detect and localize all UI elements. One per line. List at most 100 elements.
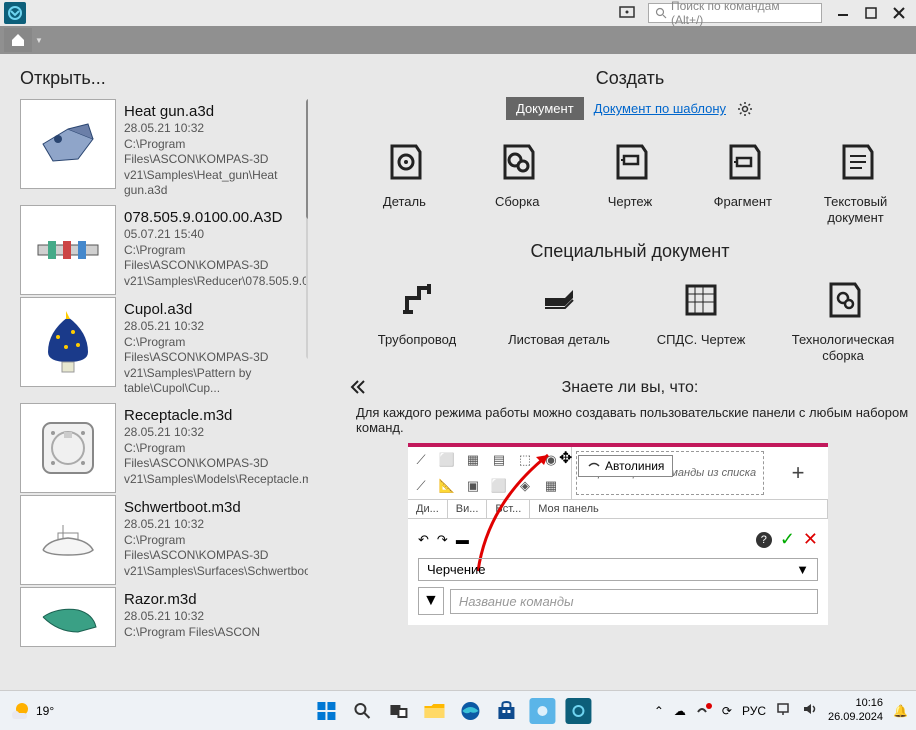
minimize-button[interactable] [830, 2, 856, 24]
explorer-icon[interactable] [421, 698, 447, 724]
store-icon[interactable] [493, 698, 519, 724]
doc-type-tech-assembly[interactable]: Технологическая сборка [787, 276, 899, 363]
undo-icon: ↶ [418, 532, 429, 548]
fragment-icon [719, 138, 767, 186]
file-name: 078.505.9.0100.00.A3D [124, 209, 300, 226]
doc-type-fragment[interactable]: Фрагмент [687, 138, 799, 225]
network-icon[interactable] [776, 702, 792, 719]
command-search-input[interactable]: Поиск по командам (Alt+/) [648, 3, 822, 23]
file-name: Cupol.a3d [124, 301, 300, 318]
doc-type-row: Деталь Сборка Чертеж Фрагмент Текстовый … [348, 138, 912, 225]
doc-label: Деталь [383, 194, 426, 210]
date: 26.09.2024 [828, 711, 883, 724]
input-placeholder: Название команды [459, 594, 574, 609]
x-icon: ✕ [803, 529, 818, 550]
file-thumbnail [20, 99, 116, 189]
file-date: 28.05.21 10:32 [124, 517, 300, 533]
doc-label: Сборка [495, 194, 540, 210]
chevron-down-icon: ▼ [796, 562, 809, 577]
recent-file-item[interactable]: Schwertboot.m3d 28.05.21 10:32 C:\Progra… [20, 495, 308, 585]
title-bar: Поиск по командам (Alt+/) [0, 0, 916, 26]
doc-type-part[interactable]: Деталь [348, 138, 460, 225]
file-thumbnail [20, 495, 116, 585]
create-tabs: Документ Документ по шаблону [348, 97, 912, 120]
filter-icon: ▼ [418, 587, 444, 615]
file-path: C:\Program Files\ASCON [124, 625, 300, 641]
part-icon [380, 138, 428, 186]
doc-label: Текстовый документ [800, 194, 912, 225]
save-icon: ▬ [456, 532, 469, 547]
doc-type-spds[interactable]: СПДС. Чертеж [645, 276, 757, 363]
maximize-button[interactable] [858, 2, 884, 24]
tray-icon[interactable]: ☁ [674, 704, 686, 718]
assembly-icon [493, 138, 541, 186]
recent-file-item[interactable]: 078.505.9.0100.00.A3D 05.07.21 15:40 C:\… [20, 205, 308, 295]
drawing-icon [606, 138, 654, 186]
tab-document[interactable]: Документ [506, 97, 584, 120]
tab-template[interactable]: Документ по шаблону [594, 101, 726, 116]
doc-type-drawing[interactable]: Чертеж [574, 138, 686, 225]
text-doc-icon [832, 138, 880, 186]
close-button[interactable] [886, 2, 912, 24]
recent-files-list: Heat gun.a3d 28.05.21 10:32 C:\Program F… [20, 99, 308, 647]
tray-icon[interactable] [696, 702, 712, 719]
demo-tool-icon: ⟋ [408, 473, 434, 499]
app-icon [4, 2, 26, 24]
doc-type-assembly[interactable]: Сборка [461, 138, 573, 225]
volume-icon[interactable] [802, 702, 818, 719]
file-date: 28.05.21 10:32 [124, 609, 300, 625]
doc-label: Листовая деталь [508, 332, 610, 348]
time: 10:16 [828, 697, 883, 710]
redo-icon: ↷ [437, 532, 448, 548]
file-thumbnail [20, 403, 116, 493]
file-date: 28.05.21 10:32 [124, 121, 300, 137]
start-button[interactable] [313, 698, 339, 724]
doc-type-sheet[interactable]: Листовая деталь [503, 276, 615, 363]
doc-type-pipe[interactable]: Трубопровод [361, 276, 473, 363]
doc-label: Чертеж [608, 194, 652, 210]
settings-button[interactable] [736, 100, 754, 118]
search-taskbar-icon[interactable] [349, 698, 375, 724]
file-name: Schwertboot.m3d [124, 499, 300, 516]
tip-text: Для каждого режима работы можно создават… [348, 405, 912, 435]
recent-file-item[interactable]: Heat gun.a3d 28.05.21 10:32 C:\Program F… [20, 99, 308, 203]
presentation-mode-icon[interactable] [614, 2, 640, 24]
file-path: C:\Program Files\ASCON\KOMPAS-3D v21\Sam… [124, 243, 300, 290]
clock[interactable]: 10:16 26.09.2024 [828, 697, 883, 723]
tray-chevron-icon[interactable]: ⌃ [654, 704, 664, 718]
tip-prev-button[interactable] [348, 379, 368, 400]
file-thumbnail [20, 297, 116, 387]
special-doc-title: Специальный документ [348, 241, 912, 262]
pipe-icon [393, 276, 441, 324]
recent-file-item[interactable]: Cupol.a3d 28.05.21 10:32 C:\Program File… [20, 297, 308, 401]
file-path: C:\Program Files\ASCON\KOMPAS-3D v21\Sam… [124, 533, 300, 580]
doc-type-text[interactable]: Текстовый документ [800, 138, 912, 225]
home-dropdown-icon[interactable]: ▼ [32, 28, 46, 52]
recent-file-item[interactable]: Razor.m3d 28.05.21 10:32 C:\Program File… [20, 587, 308, 647]
tip-section: Знаете ли вы, что: Для каждого режима ра… [348, 379, 912, 625]
search-placeholder: Поиск по командам (Alt+/) [671, 0, 815, 27]
doc-label: СПДС. Чертеж [657, 332, 746, 348]
special-doc-row: Трубопровод Листовая деталь СПДС. Чертеж… [348, 276, 912, 363]
doc-label: Фрагмент [714, 194, 772, 210]
language-indicator[interactable]: РУС [742, 704, 766, 718]
tooltip-text: Автолиния [605, 459, 664, 473]
notifications-icon[interactable]: 🔔 [893, 704, 908, 718]
file-path: C:\Program Files\ASCON\KOMPAS-3D v21\Sam… [124, 137, 300, 199]
edge-icon[interactable] [457, 698, 483, 724]
open-title: Открыть... [20, 68, 308, 89]
file-thumbnail [20, 205, 116, 295]
menu-bar: ▼ [0, 26, 916, 54]
create-panel: Создать Документ Документ по шаблону Дет… [308, 54, 916, 690]
home-button[interactable] [4, 28, 32, 52]
app-icon-1[interactable] [529, 698, 555, 724]
recent-file-item[interactable]: Receptacle.m3d 28.05.21 10:32 C:\Program… [20, 403, 308, 493]
weather-widget[interactable]: 19° [8, 699, 54, 723]
tip-demo-panel: ⟋ ⬜ ▦ ▤ ⬚ ◉ ⟋ 📐 ▣ ⬜ ◈ ▦ Перетащит [408, 443, 828, 625]
combo-value: Черчение [427, 562, 486, 577]
spds-icon [677, 276, 725, 324]
doc-label: Трубопровод [378, 332, 456, 348]
tray-icon[interactable]: ⟳ [722, 704, 732, 718]
kompas-taskbar-icon[interactable] [565, 698, 591, 724]
task-view-icon[interactable] [385, 698, 411, 724]
